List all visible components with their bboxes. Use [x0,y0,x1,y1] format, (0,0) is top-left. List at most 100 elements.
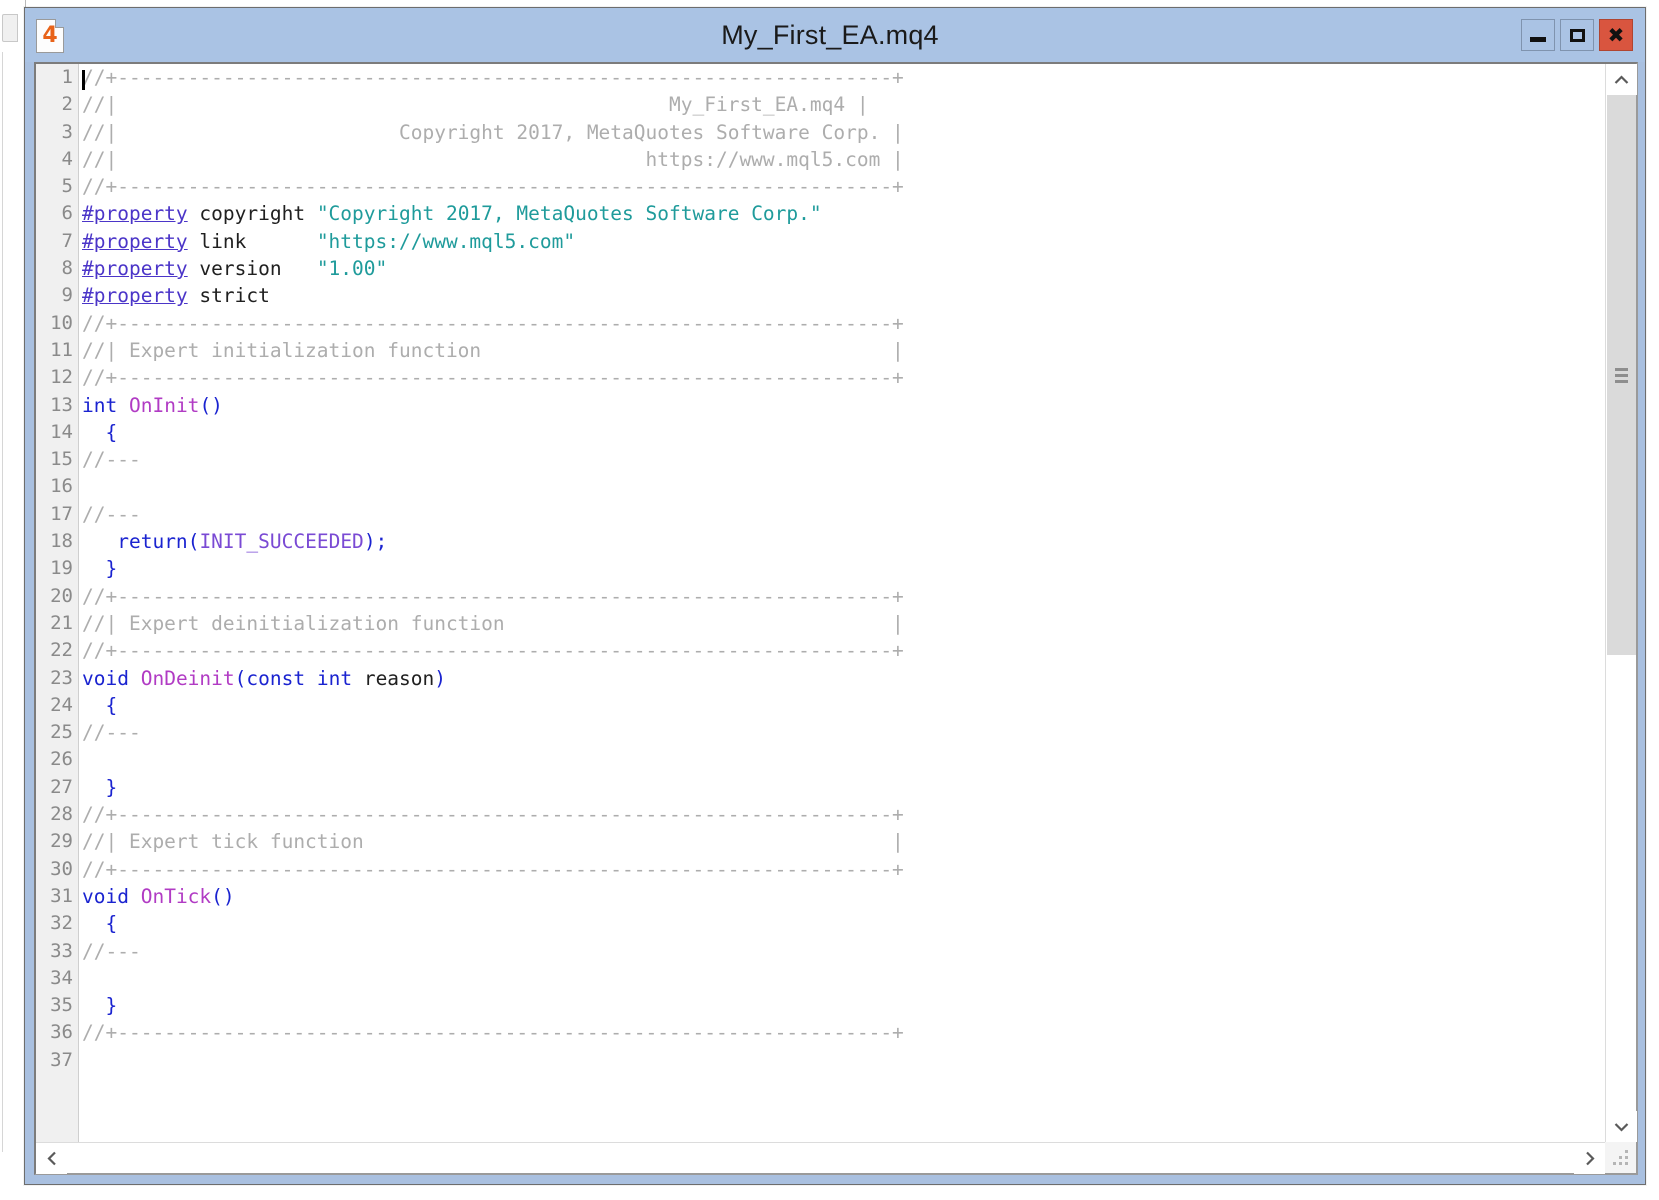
scroll-down-button[interactable] [1606,1111,1637,1142]
code-line[interactable]: //+-------------------------------------… [80,364,1605,391]
code-token-com: //+-------------------------------------… [82,1021,904,1045]
code-line[interactable]: #property link "https://www.mql5.com" [80,228,1605,255]
code-line[interactable]: } [80,774,1605,801]
line-number-gutter: 1 2 3 4 5 6 7 8 9 10 11 12 13 14 15 16 17 18 19 20 21 22 23 24 2… [36,64,79,1142]
code-line[interactable]: //+-------------------------------------… [80,173,1605,200]
code-line[interactable]: //| https://www.mql5.com | [80,146,1605,173]
line-number: 1 [61,66,73,88]
background-window-sliver [0,0,26,1175]
line-number: 30 [50,857,73,880]
chevron-down-icon [1614,1122,1629,1132]
code-line[interactable]: return(INIT_SUCCEEDED); [80,528,1605,555]
code-line[interactable]: //| Expert deinitialization function | [80,610,1605,637]
code-text-area[interactable]: //+-------------------------------------… [80,64,1605,1142]
resize-grip-dot [1625,1150,1628,1153]
code-token-plain: version [187,257,317,281]
resize-grip-dot [1625,1162,1628,1165]
code-token-plain: copyright [187,202,317,226]
code-token-com: //+-------------------------------------… [82,311,904,335]
code-token-punct: ); [363,530,388,554]
code-line[interactable]: //+-------------------------------------… [80,1019,1605,1046]
code-token-kw: const [246,666,306,690]
horizontal-scrollbar-track[interactable] [67,1143,1574,1173]
line-number: 10 [50,311,73,334]
code-line[interactable]: //| Expert tick function | [80,828,1605,855]
horizontal-scrollbar[interactable] [36,1142,1605,1174]
minimize-button[interactable] [1521,19,1555,51]
code-line[interactable]: } [80,992,1605,1019]
vertical-scrollbar-track[interactable] [1607,655,1636,1111]
resize-grip-dot [1625,1156,1628,1159]
line-number: 32 [50,912,73,935]
code-token-kw: int [82,393,118,417]
close-button[interactable]: ✖ [1599,19,1633,51]
code-token-com: //| My_First_EA.mq4 | [82,93,869,117]
maximize-button[interactable] [1560,19,1594,51]
code-token-com: //--- [82,721,141,745]
code-line[interactable]: #property version "1.00" [80,255,1605,282]
line-number: 12 [50,366,73,389]
resize-grip[interactable] [1605,1142,1636,1173]
scrollbar-grip-icon [1615,365,1628,386]
code-line[interactable] [80,746,1605,773]
resize-grip-dot [1619,1162,1622,1165]
code-token-punct: } [105,994,118,1018]
code-line[interactable]: { [80,692,1605,719]
code-token-kw: return [117,530,188,554]
code-line[interactable]: //| Copyright 2017, MetaQuotes Software … [80,119,1605,146]
resize-grip-dot [1613,1162,1616,1165]
code-line[interactable]: #property copyright "Copyright 2017, Met… [80,200,1605,227]
code-line[interactable]: void OnTick() [80,883,1605,910]
code-line[interactable] [80,473,1605,500]
vertical-scrollbar[interactable] [1605,64,1637,1142]
scroll-right-button[interactable] [1574,1143,1605,1174]
code-line[interactable]: { [80,419,1605,446]
code-pane[interactable]: 1 2 3 4 5 6 7 8 9 10 11 12 13 14 15 16 17 18 19 20 21 22 23 24 2… [36,64,1605,1142]
code-token-fn: OnInit [128,393,200,417]
code-line[interactable]: //--- [80,501,1605,528]
code-token-com: //| Expert deinitialization function | [82,611,904,635]
code-line[interactable]: //--- [80,446,1605,473]
line-number: 20 [50,584,73,607]
code-token-com: //+-------------------------------------… [82,66,904,89]
code-line[interactable]: int OnInit() [80,392,1605,419]
title-bar[interactable]: 4 My_First_EA.mq4 ✖ [25,8,1645,62]
code-line[interactable]: #property strict [80,282,1605,309]
mq4-file-icon: 4 [36,19,64,53]
line-number: 25 [50,721,73,744]
scroll-left-button[interactable] [36,1143,67,1174]
maximize-icon [1569,28,1585,42]
code-token-prop: #property [82,284,188,308]
line-number: 2 [61,93,73,116]
code-line[interactable] [80,1047,1605,1074]
line-number: 33 [50,939,73,962]
line-number: 17 [50,502,73,525]
code-line[interactable]: //+-------------------------------------… [80,583,1605,610]
line-number: 8 [61,257,73,280]
code-line[interactable]: //| My_First_EA.mq4 | [80,91,1605,118]
code-line[interactable]: //+-------------------------------------… [80,637,1605,664]
vertical-scrollbar-thumb[interactable] [1607,95,1636,655]
code-line[interactable]: void OnDeinit(const int reason) [80,665,1605,692]
code-token-prop: #property [82,229,188,253]
code-line[interactable] [80,965,1605,992]
line-number: 15 [50,448,73,471]
code-token-fn: OnTick [140,884,212,908]
code-line[interactable]: //+-------------------------------------… [80,64,1605,91]
code-line[interactable]: //+-------------------------------------… [80,856,1605,883]
scroll-up-button[interactable] [1606,64,1637,95]
code-line[interactable]: //+-------------------------------------… [80,801,1605,828]
line-number: 19 [50,557,73,580]
editor-client-area: 1 2 3 4 5 6 7 8 9 10 11 12 13 14 15 16 17 18 19 20 21 22 23 24 2… [34,62,1638,1175]
metaeditor-window: 4 My_First_EA.mq4 ✖ 1 2 3 4 5 6 7 8 9 10 11 12 13 14 1… [24,7,1646,1185]
code-line[interactable]: { [80,910,1605,937]
code-line[interactable]: } [80,555,1605,582]
code-line[interactable]: //| Expert initialization function | [80,337,1605,364]
line-number: 22 [50,639,73,662]
code-line[interactable]: //--- [80,719,1605,746]
code-line[interactable]: //--- [80,938,1605,965]
code-line[interactable]: //+-------------------------------------… [80,310,1605,337]
